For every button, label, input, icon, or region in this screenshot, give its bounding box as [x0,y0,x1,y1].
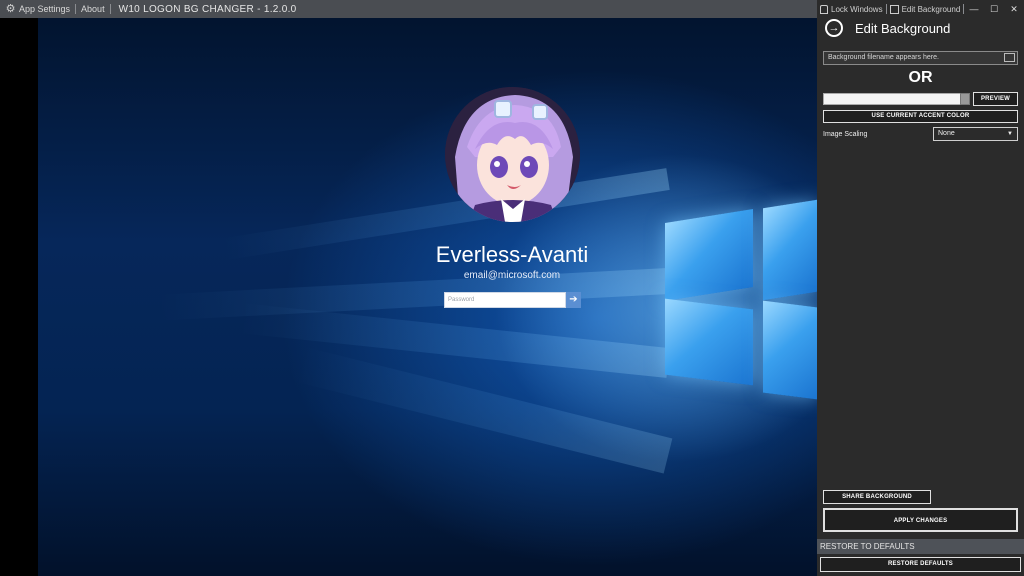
background-filename-field[interactable]: Background filename appears here. [823,51,1018,65]
image-scaling-label: Image Scaling [823,131,868,138]
logon-preview [0,18,817,576]
restore-defaults-button[interactable]: RESTORE DEFAULTS [820,557,1021,572]
restore-section-header: RESTORE TO DEFAULTS [817,539,1024,554]
preview-button[interactable]: PREVIEW [973,92,1018,106]
title-bar: ⚙ App Settings About W10 LOGON BG CHANGE… [0,0,817,18]
image-scaling-select[interactable]: None ▼ [933,127,1018,141]
edit-icon [889,4,899,14]
apply-changes-button[interactable]: APPLY CHANGES [823,508,1018,532]
or-label: OR [908,69,933,86]
panel-top-bar: Lock Windows Edit Background — ☐ ✕ [817,0,1024,18]
gear-icon: ⚙ [5,2,16,15]
edit-background-tab[interactable]: Edit Background [887,4,964,14]
image-scaling-value: None [938,130,955,137]
share-background-button[interactable]: SHARE BACKGROUND [823,490,931,504]
background-image [38,18,817,576]
app-title: W10 LOGON BG CHANGER - 1.2.0.0 [118,3,297,15]
panel-header: → Edit Background [825,18,950,38]
maximize-icon[interactable]: ☐ [984,0,1004,18]
lock-windows-label: Lock Windows [831,4,883,14]
close-icon[interactable]: ✕ [1004,0,1024,18]
color-input[interactable] [823,93,961,105]
arrow-right-icon[interactable]: → [825,19,843,37]
letterbox [0,18,38,576]
chevron-down-icon: ▼ [1007,131,1013,137]
app-window: ⚙ App Settings About W10 LOGON BG CHANGE… [0,0,1024,576]
color-picker-dropdown[interactable] [960,93,970,105]
filename-placeholder: Background filename appears here. [828,54,939,61]
image-browse-icon[interactable] [1004,53,1015,62]
minimize-icon[interactable]: — [964,0,984,18]
submit-arrow-icon: ➔ [566,292,581,308]
app-settings-label: App Settings [19,4,71,14]
windows-logo-pane [665,298,753,386]
lock-icon [820,4,828,14]
panel-title: Edit Background [855,20,951,36]
user-avatar [445,87,580,222]
use-accent-color-button[interactable]: USE CURRENT ACCENT COLOR [823,110,1018,123]
windows-logo-pane [763,300,817,400]
app-settings-link[interactable]: ⚙ App Settings [0,0,75,18]
about-label: About [81,4,105,14]
avatar-illustration [445,87,580,222]
edit-panel: Lock Windows Edit Background — ☐ ✕ → Edi… [817,0,1024,576]
about-link[interactable]: About [76,0,110,18]
edit-background-label: Edit Background [901,4,961,14]
lock-windows-button[interactable]: Lock Windows [817,4,886,14]
password-field: Password [444,292,566,308]
